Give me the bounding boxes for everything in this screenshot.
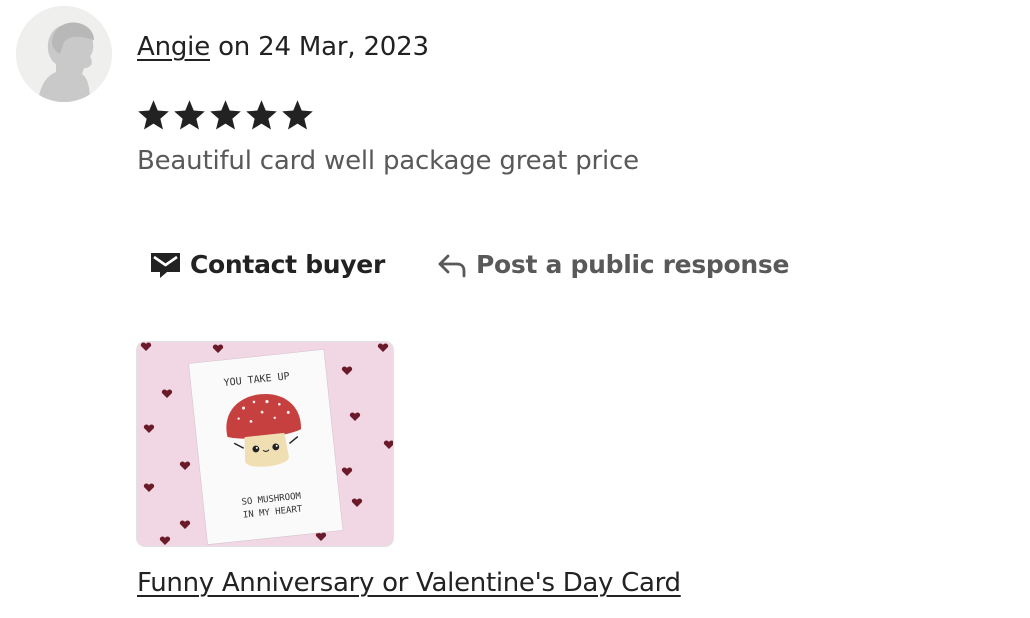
star-icon (174, 100, 205, 130)
envelope-icon (150, 250, 181, 279)
reviewer-name-link[interactable]: Angie (137, 32, 210, 62)
review-date: on 24 Mar, 2023 (210, 32, 429, 62)
reviewer-avatar (16, 6, 112, 102)
listing-thumbnail[interactable]: YOU TAKE UP SO MUSHROOM IN MY HEART (136, 341, 394, 547)
star-icon (282, 100, 313, 130)
post-public-response-button[interactable]: Post a public response (437, 250, 789, 279)
contact-buyer-button[interactable]: Contact buyer (150, 250, 385, 279)
listing-title-link[interactable]: Funny Anniversary or Valentine's Day Car… (137, 566, 681, 600)
contact-buyer-label: Contact buyer (190, 250, 385, 279)
star-rating (136, 98, 315, 133)
review-meta: Angie on 24 Mar, 2023 (137, 30, 429, 64)
reply-arrow-icon (437, 252, 467, 278)
default-avatar-icon (16, 6, 112, 102)
star-icon (210, 100, 241, 130)
star-icon (246, 100, 277, 130)
review-text: Beautiful card well package great price (137, 146, 639, 176)
star-icon (138, 100, 169, 130)
review-actions: Contact buyer Post a public response (150, 250, 789, 279)
post-public-response-label: Post a public response (476, 250, 790, 279)
greeting-card: YOU TAKE UP SO MUSHROOM IN MY HEART (188, 349, 344, 545)
